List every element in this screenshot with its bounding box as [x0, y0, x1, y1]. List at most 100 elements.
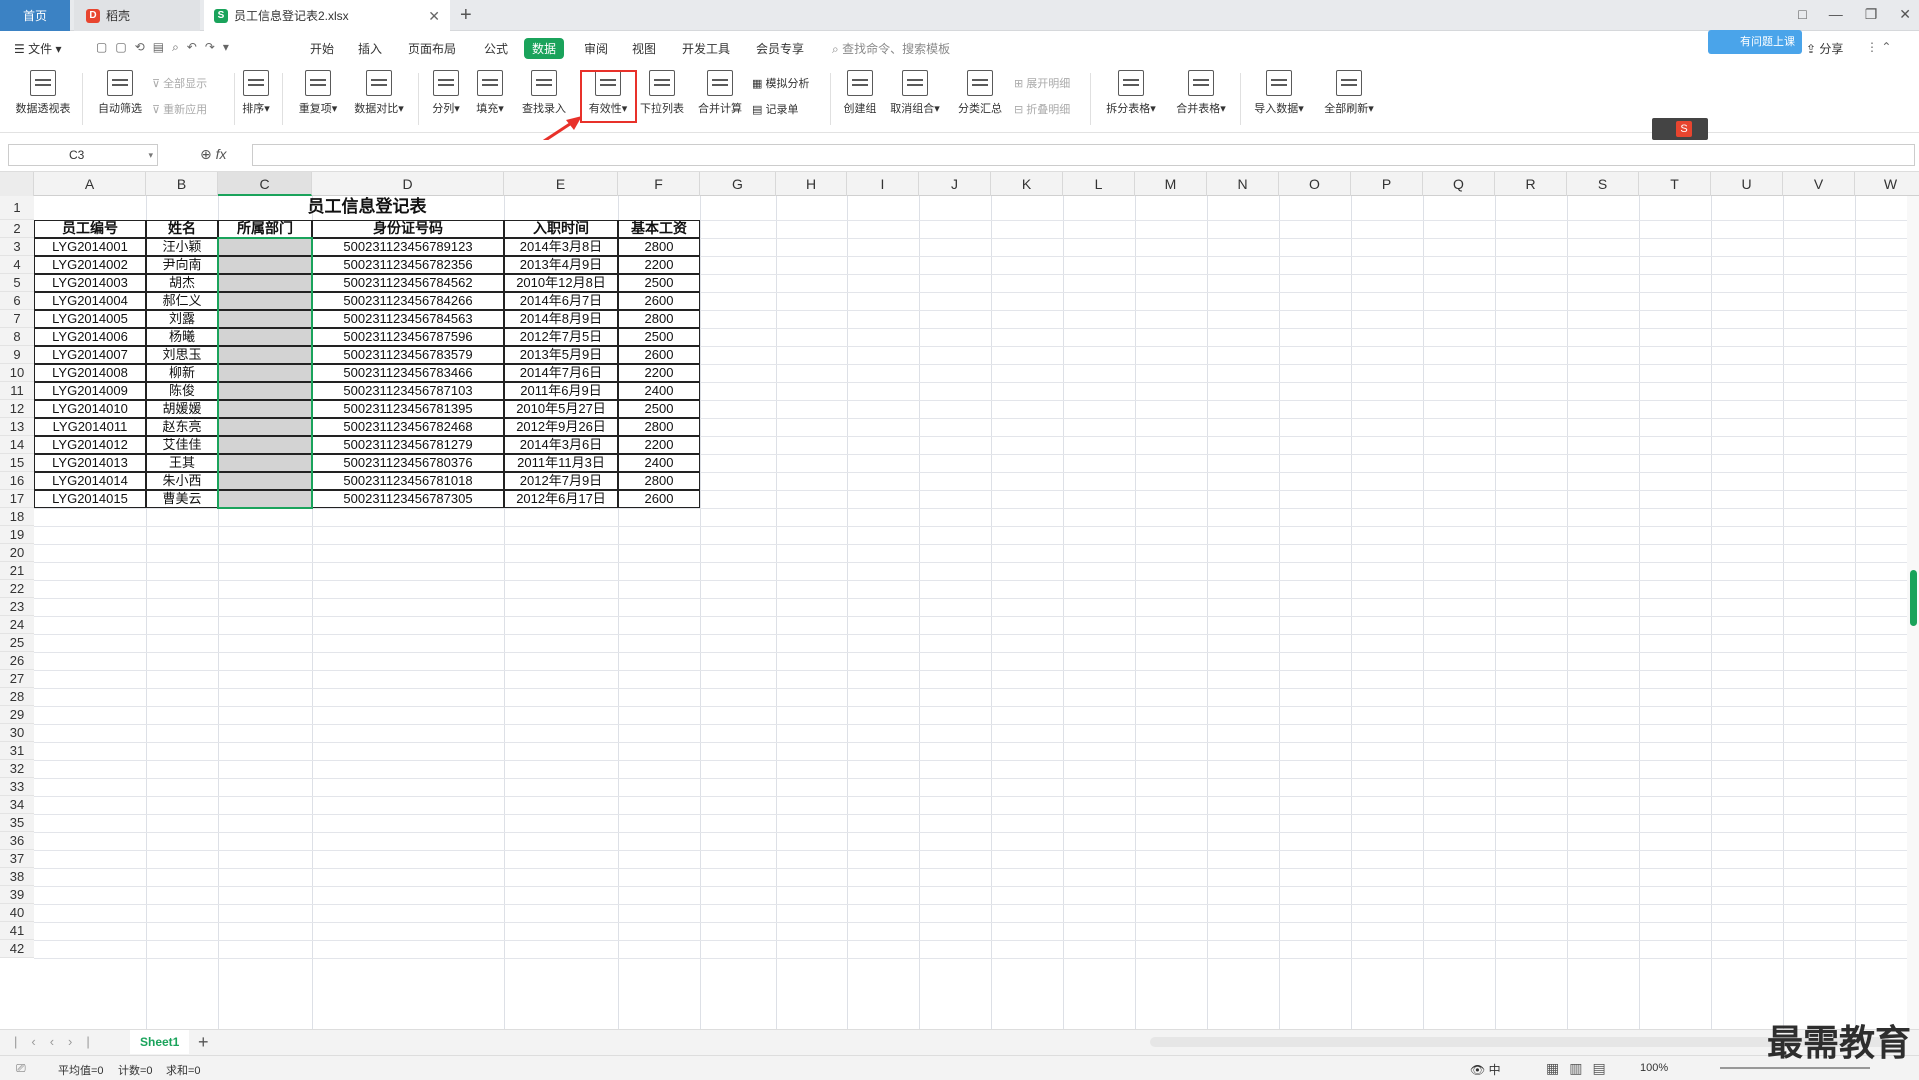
- column-header-k[interactable]: K: [991, 172, 1063, 196]
- table-cell[interactable]: 2012年6月17日: [504, 490, 618, 508]
- autofilter-button[interactable]: 自动筛选: [92, 70, 148, 116]
- split-table-button[interactable]: 拆分表格▾: [1100, 70, 1162, 116]
- split-column-button[interactable]: 分列▾: [428, 70, 464, 116]
- menu-view[interactable]: 视图: [632, 40, 656, 57]
- column-header-f[interactable]: F: [618, 172, 700, 196]
- row-header-7[interactable]: 7: [0, 310, 34, 328]
- column-header-j[interactable]: J: [919, 172, 991, 196]
- row-header-27[interactable]: 27: [0, 670, 34, 688]
- formula-input[interactable]: [252, 144, 1915, 166]
- scrollbar-thumb[interactable]: [1910, 570, 1917, 626]
- restore-icon[interactable]: ❐: [1865, 6, 1878, 23]
- table-header-cell[interactable]: 入职时间: [504, 220, 618, 238]
- row-header-30[interactable]: 30: [0, 724, 34, 742]
- vertical-scrollbar[interactable]: [1907, 196, 1919, 1029]
- table-cell[interactable]: 500231123456784266: [312, 292, 504, 310]
- column-header-u[interactable]: U: [1711, 172, 1783, 196]
- table-cell[interactable]: 2600: [618, 346, 700, 364]
- table-cell[interactable]: LYG2014006: [34, 328, 146, 346]
- table-cell[interactable]: LYG2014012: [34, 436, 146, 454]
- menu-insert[interactable]: 插入: [358, 40, 382, 57]
- row-header-35[interactable]: 35: [0, 814, 34, 832]
- table-cell[interactable]: 2500: [618, 274, 700, 292]
- table-cell[interactable]: 500231123456781279: [312, 436, 504, 454]
- row-header-14[interactable]: 14: [0, 436, 34, 454]
- reapply-button[interactable]: ⊽ 重新应用: [152, 101, 207, 117]
- sheet-title[interactable]: 员工信息登记表: [34, 196, 700, 220]
- table-cell[interactable]: LYG2014007: [34, 346, 146, 364]
- menu-page-layout[interactable]: 页面布局: [408, 40, 456, 57]
- table-cell[interactable]: 陈俊: [146, 382, 218, 400]
- table-cell[interactable]: 500231123456789123: [312, 238, 504, 256]
- table-header-cell[interactable]: 姓名: [146, 220, 218, 238]
- row-header-29[interactable]: 29: [0, 706, 34, 724]
- row-header-10[interactable]: 10: [0, 364, 34, 382]
- table-cell[interactable]: 2014年7月6日: [504, 364, 618, 382]
- table-cell[interactable]: 2014年6月7日: [504, 292, 618, 310]
- column-header-o[interactable]: O: [1279, 172, 1351, 196]
- command-search[interactable]: ⌕ 查找命令、搜索模板: [832, 40, 950, 57]
- table-cell[interactable]: 2800: [618, 238, 700, 256]
- table-cell[interactable]: 王其: [146, 454, 218, 472]
- zoom-slider[interactable]: [1720, 1067, 1870, 1069]
- close-window-icon[interactable]: ✕: [1899, 6, 1911, 23]
- column-header-h[interactable]: H: [776, 172, 847, 196]
- tab-file[interactable]: S 员工信息登记表2.xlsx ✕: [204, 0, 450, 31]
- table-cell[interactable]: 500231123456784562: [312, 274, 504, 292]
- macro-icon[interactable]: ⎚: [16, 1061, 26, 1076]
- column-header-n[interactable]: N: [1207, 172, 1279, 196]
- table-cell[interactable]: 2012年7月9日: [504, 472, 618, 490]
- table-cell[interactable]: LYG2014009: [34, 382, 146, 400]
- chevron-down-icon[interactable]: ▾: [148, 145, 153, 165]
- column-header-t[interactable]: T: [1639, 172, 1711, 196]
- column-header-v[interactable]: V: [1783, 172, 1855, 196]
- table-cell[interactable]: 500231123456787103: [312, 382, 504, 400]
- table-cell[interactable]: 500231123456781395: [312, 400, 504, 418]
- table-cell[interactable]: 2014年8月9日: [504, 310, 618, 328]
- row-header-22[interactable]: 22: [0, 580, 34, 598]
- duplicates-button[interactable]: 重复项▾: [292, 70, 344, 116]
- record-form-button[interactable]: ▤ 记录单: [752, 101, 798, 117]
- table-cell[interactable]: 2013年5月9日: [504, 346, 618, 364]
- row-header-2[interactable]: 2: [0, 220, 34, 238]
- table-cell[interactable]: 朱小西: [146, 472, 218, 490]
- fx-icon[interactable]: fx: [216, 146, 227, 162]
- row-header-13[interactable]: 13: [0, 418, 34, 436]
- table-cell[interactable]: 胡媛媛: [146, 400, 218, 418]
- merge-table-button[interactable]: 合并表格▾: [1170, 70, 1232, 116]
- table-cell[interactable]: 杨曦: [146, 328, 218, 346]
- table-cell[interactable]: 500231123456782356: [312, 256, 504, 274]
- row-header-42[interactable]: 42: [0, 940, 34, 958]
- table-cell[interactable]: 2400: [618, 454, 700, 472]
- row-header-32[interactable]: 32: [0, 760, 34, 778]
- zoom-icon[interactable]: ⊕: [200, 146, 216, 162]
- table-cell[interactable]: 500231123456783466: [312, 364, 504, 382]
- column-header-i[interactable]: I: [847, 172, 919, 196]
- share-button[interactable]: ⇪ 分享: [1806, 40, 1843, 57]
- table-cell[interactable]: LYG2014003: [34, 274, 146, 292]
- table-cell[interactable]: 2600: [618, 292, 700, 310]
- table-cell[interactable]: 2200: [618, 436, 700, 454]
- column-header-c[interactable]: C: [218, 172, 312, 196]
- menu-formula[interactable]: 公式: [484, 40, 508, 57]
- row-header-20[interactable]: 20: [0, 544, 34, 562]
- collapse-detail-button[interactable]: ⊟ 折叠明细: [1014, 101, 1070, 117]
- row-header-40[interactable]: 40: [0, 904, 34, 922]
- layout-icon[interactable]: □: [1798, 6, 1806, 23]
- table-cell[interactable]: 郝仁义: [146, 292, 218, 310]
- table-cell[interactable]: LYG2014014: [34, 472, 146, 490]
- table-cell[interactable]: 2800: [618, 472, 700, 490]
- table-cell[interactable]: 2600: [618, 490, 700, 508]
- table-cell[interactable]: 500231123456781018: [312, 472, 504, 490]
- table-cell[interactable]: 500231123456787305: [312, 490, 504, 508]
- table-cell[interactable]: 2200: [618, 256, 700, 274]
- menu-member[interactable]: 会员专享: [756, 40, 804, 57]
- add-sheet-button[interactable]: +: [198, 1032, 209, 1053]
- table-cell[interactable]: 柳新: [146, 364, 218, 382]
- file-menu[interactable]: ☰ 文件 ▾: [14, 40, 61, 57]
- row-header-11[interactable]: 11: [0, 382, 34, 400]
- table-cell[interactable]: 500231123456783579: [312, 346, 504, 364]
- table-cell[interactable]: LYG2014002: [34, 256, 146, 274]
- column-header-a[interactable]: A: [34, 172, 146, 196]
- row-header-3[interactable]: 3: [0, 238, 34, 256]
